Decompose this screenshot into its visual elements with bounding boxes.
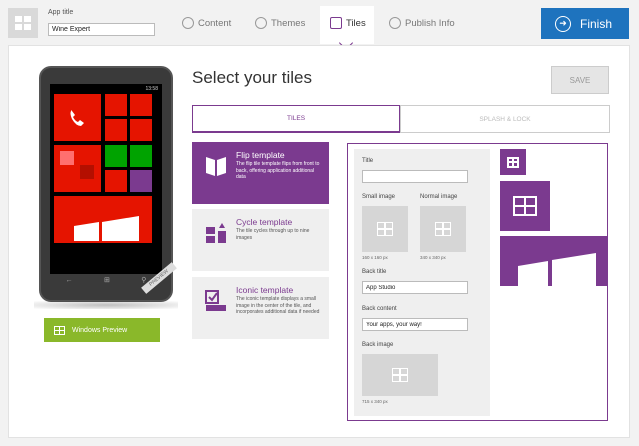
phone-tile-messaging — [105, 94, 127, 116]
phone-tile-store — [130, 119, 152, 141]
back-image-upload[interactable] — [362, 354, 438, 396]
small-image-dimensions: 160 x 160 px — [362, 255, 388, 260]
cycle-template-option[interactable]: Cycle template The tile cycles through u… — [192, 209, 329, 271]
back-content-label: Back content — [362, 306, 397, 312]
phone-tile-office — [105, 170, 127, 192]
phone-screen: 13:58 — [50, 84, 162, 274]
windows-icon — [54, 325, 65, 335]
windows-icon — [392, 368, 408, 382]
tab-tiles[interactable]: Tiles — [330, 17, 366, 29]
tab-content-label: Content — [198, 17, 232, 29]
back-title-label: Back title — [362, 269, 387, 275]
content-icon — [182, 17, 194, 29]
globe-icon — [389, 17, 401, 29]
app-title-label: App title — [48, 9, 74, 16]
phone-tile-mail — [105, 119, 127, 141]
flip-template-title: Flip template — [236, 150, 285, 160]
phone-tile-wide — [54, 196, 152, 243]
windows-preview-button[interactable]: Windows Preview — [44, 318, 160, 342]
tab-tiles-section[interactable]: TILES — [192, 105, 400, 133]
tab-splash-lock[interactable]: SPLASH & LOCK — [400, 105, 610, 133]
windows-icon — [15, 16, 31, 30]
phone-shadow — [34, 301, 178, 309]
flip-template-desc: The flip tile template flips from front … — [236, 161, 320, 180]
app-icon[interactable] — [8, 8, 38, 38]
windows-icon — [377, 222, 393, 236]
iconic-template-icon — [205, 290, 226, 311]
normal-image-dimensions: 340 x 340 px — [420, 255, 446, 260]
phone-tile-phone — [54, 94, 101, 141]
cycle-template-title: Cycle template — [236, 217, 293, 227]
phone-tile-music — [105, 145, 127, 167]
iconic-template-option[interactable]: Iconic template The iconic template disp… — [192, 277, 329, 339]
back-title-input[interactable] — [362, 281, 468, 294]
tab-themes[interactable]: Themes — [255, 17, 305, 29]
phone-status-time: 13:58 — [145, 86, 158, 92]
finish-button[interactable]: ➜ Finish — [541, 8, 629, 39]
iconic-template-title: Iconic template — [236, 285, 294, 295]
tile-editor-form: Title Small image Normal image 160 x 160… — [354, 149, 490, 416]
themes-icon — [255, 17, 267, 29]
finish-label: Finish — [580, 16, 613, 31]
arrow-right-icon: ➜ — [555, 15, 571, 32]
phone-icon — [70, 110, 84, 126]
title-label: Title — [362, 158, 374, 164]
tile-editor-panel: Title Small image Normal image 160 x 160… — [347, 143, 608, 421]
tab-tiles-label: Tiles — [346, 17, 366, 29]
back-icon: ← — [65, 276, 73, 284]
flip-template-icon — [206, 157, 226, 176]
title-input[interactable] — [362, 170, 468, 183]
start-icon: ⊞ — [103, 277, 110, 284]
page-title: Select your tiles — [192, 68, 312, 87]
top-bar: App title Content Themes Tiles Publish I… — [0, 0, 639, 51]
tiles-icon — [330, 17, 342, 29]
phone-preview: 13:58 ← ⊞ ⚲ PREVIEW — [39, 66, 177, 302]
normal-image-upload[interactable] — [420, 206, 466, 252]
small-image-upload[interactable] — [362, 206, 408, 252]
tab-themes-label: Themes — [271, 17, 306, 29]
phone-tile-photos — [54, 145, 101, 192]
small-image-label: Small image — [362, 194, 396, 200]
back-image-dimensions: 715 x 340 px — [362, 399, 388, 404]
phone-tile-onenote — [130, 170, 152, 192]
cycle-template-desc: The tile cycles through up to nine image… — [236, 228, 310, 241]
save-button[interactable]: SAVE — [551, 66, 609, 94]
windows-icon — [518, 253, 596, 286]
medium-tile-preview — [500, 181, 550, 231]
back-image-label: Back image — [362, 342, 394, 348]
back-content-input[interactable] — [362, 318, 468, 331]
windows-preview-label: Windows Preview — [72, 326, 128, 334]
app-title-input[interactable] — [48, 23, 155, 36]
main-panel: 13:58 ← ⊞ ⚲ PREVIEW Windows Preview Sele… — [8, 45, 630, 438]
phone-tile-games — [130, 145, 152, 167]
normal-image-label: Normal image — [420, 194, 458, 200]
windows-icon — [74, 216, 139, 241]
phone-tile-ie — [130, 94, 152, 116]
windows-icon — [513, 196, 537, 216]
wide-tile-preview — [500, 236, 607, 286]
flip-template-option[interactable]: Flip template The flip tile template fli… — [192, 142, 329, 204]
tab-publish-info-label: Publish Info — [405, 17, 455, 29]
cycle-template-icon — [206, 223, 226, 243]
windows-icon — [507, 156, 519, 168]
small-tile-preview — [500, 149, 526, 175]
windows-icon — [435, 222, 451, 236]
iconic-template-desc: The iconic template displays a small ima… — [236, 296, 320, 315]
tab-content[interactable]: Content — [182, 17, 231, 29]
tab-publish-info[interactable]: Publish Info — [389, 17, 455, 29]
